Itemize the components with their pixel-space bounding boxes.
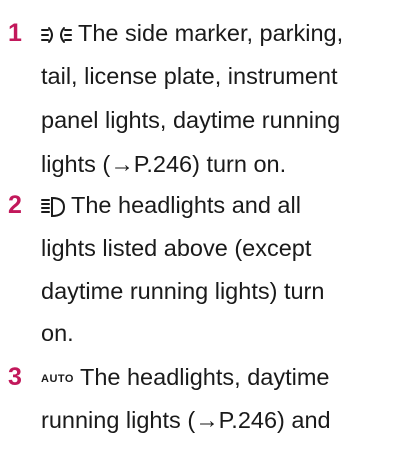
item-text-line: on. <box>41 320 74 346</box>
item-text-line: running lights (→P.246) and <box>41 407 331 433</box>
item-text-line: The headlights and all <box>41 190 301 220</box>
auto-icon: AUTO <box>41 373 74 385</box>
item-text-line: The side marker, parking, <box>41 18 343 48</box>
item-text: The headlights and all <box>71 192 301 218</box>
item-number: 2 <box>8 191 22 219</box>
item-text-line: panel lights, daytime running <box>41 107 341 133</box>
headlights-icon <box>41 196 65 218</box>
item-text-line: daytime running lights) turn <box>41 278 325 304</box>
item-text: The side marker, parking, <box>78 20 344 46</box>
light-switch-positions-list: 1 The side marker, parking, tail, licens… <box>0 0 417 460</box>
item-text: The headlights, daytime <box>79 364 330 390</box>
item-text-line: AUTO The headlights, daytime <box>41 362 329 394</box>
item-text-line: lights listed above (except <box>41 235 312 261</box>
item-text-line: tail, license plate, instrument <box>41 63 338 89</box>
item-text-line: lights (→P.246) turn on. <box>41 151 287 177</box>
side-marker-lights-icon <box>41 25 72 45</box>
item-number: 3 <box>8 363 22 391</box>
item-number: 1 <box>8 19 22 47</box>
